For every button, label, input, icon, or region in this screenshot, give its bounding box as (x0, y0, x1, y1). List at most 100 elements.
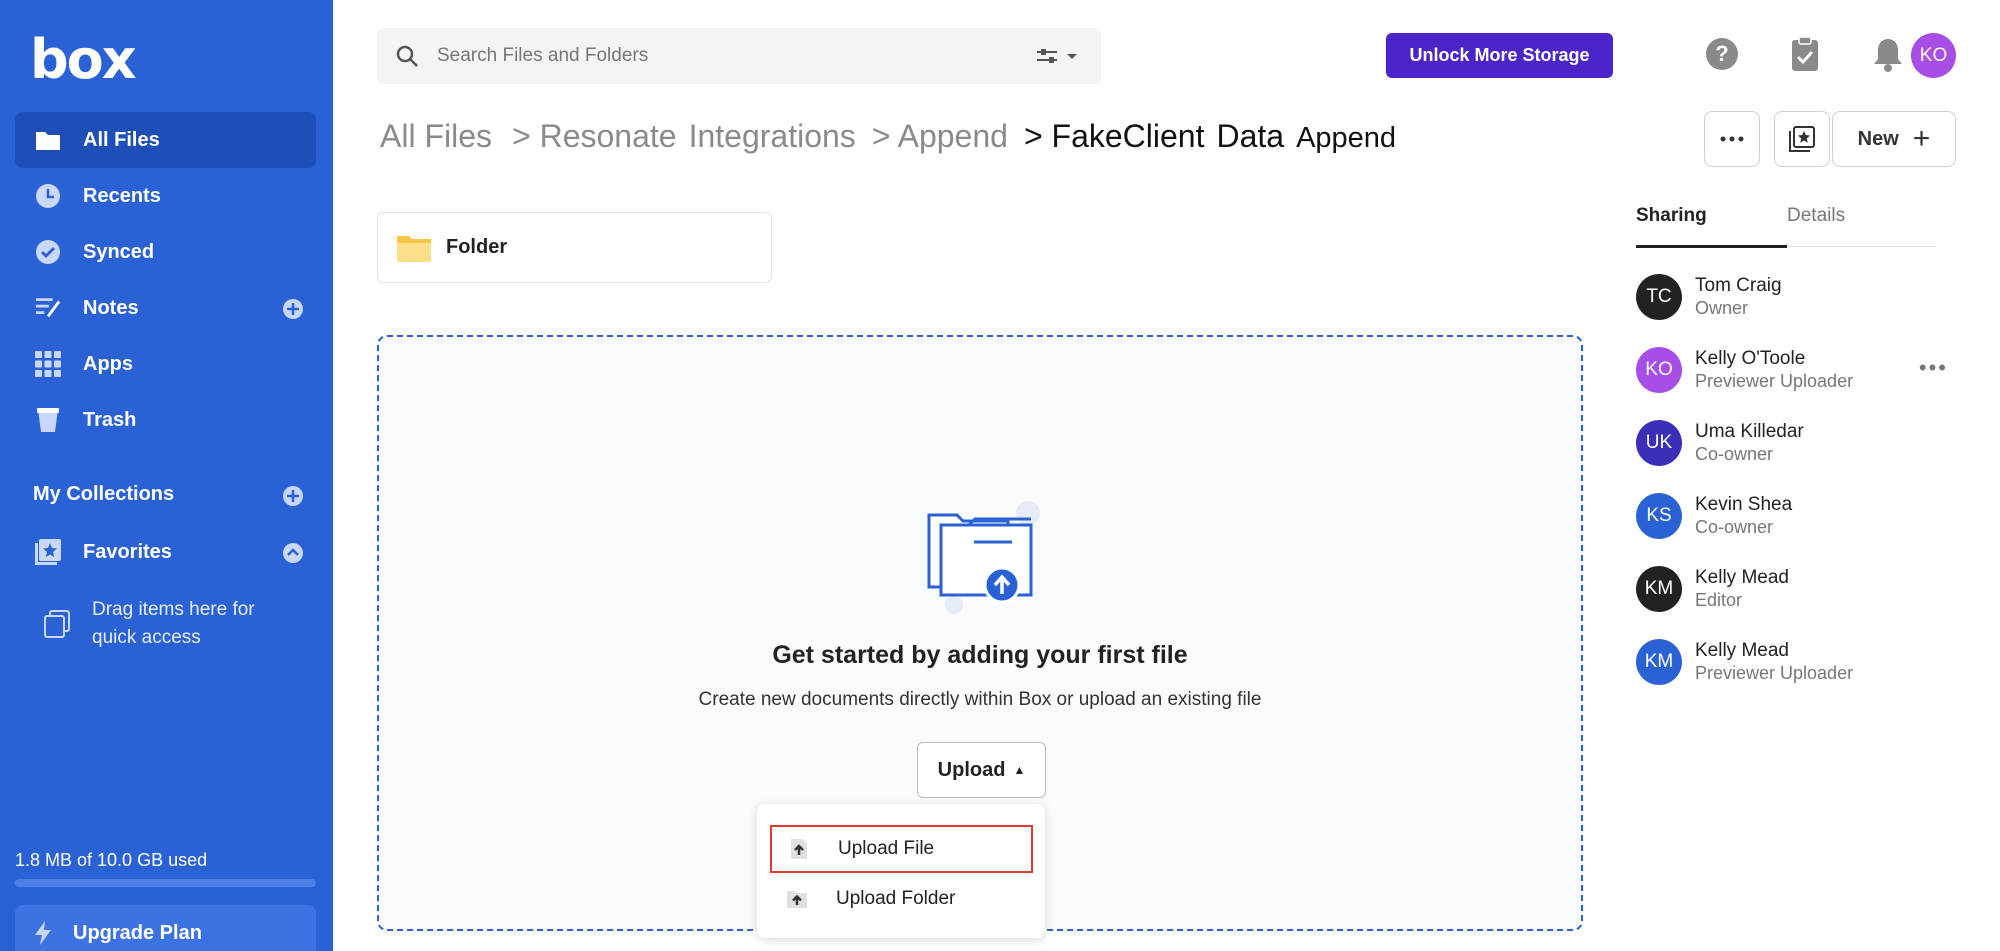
avatar: KS (1636, 493, 1682, 539)
collaborator-row[interactable]: UK Uma Killedar Co-owner (1636, 418, 1956, 468)
notifications-bell-icon[interactable] (1871, 36, 1905, 72)
storage-usage-text: 1.8 MB of 10.0 GB used (15, 850, 208, 870)
sidebar-item-recents[interactable]: Recents (15, 168, 316, 224)
search-icon (396, 45, 418, 67)
active-tab-indicator (1636, 245, 1787, 248)
lightning-icon (35, 921, 51, 945)
svg-text:?: ? (1715, 41, 1728, 66)
new-button[interactable]: New + (1832, 111, 1956, 167)
sidebar-item-label: Recents (83, 184, 161, 207)
collaborator-name: Kelly Mead (1695, 567, 1789, 588)
unlock-storage-button[interactable]: Unlock More Storage (1386, 33, 1613, 78)
avatar: KM (1636, 566, 1682, 612)
upload-folder-icon (787, 891, 807, 908)
help-icon[interactable]: ? (1705, 36, 1739, 72)
sidebar: box All Files Recents Synced Notes Apps (0, 0, 333, 951)
sidebar-item-trash[interactable]: Trash (15, 392, 316, 448)
caret-up-icon: ▲ (1013, 763, 1026, 777)
breadcrumb-integrations[interactable]: Integrations (689, 118, 856, 155)
breadcrumb-append[interactable]: > Append (872, 118, 1008, 155)
sidebar-item-notes[interactable]: Notes (15, 280, 316, 336)
upload-folder-menu-item[interactable]: Upload Folder (770, 875, 1033, 923)
sidebar-item-favorites[interactable]: Favorites (15, 524, 316, 580)
collaborator-name: Kevin Shea (1695, 494, 1793, 515)
drag-hint-text: Drag items here for quick access (92, 599, 255, 648)
search-bar[interactable]: Search Files and Folders (377, 28, 1101, 84)
avatar: TC (1636, 274, 1682, 320)
tasks-icon[interactable] (1788, 36, 1822, 72)
plus-icon: + (1912, 122, 1931, 155)
user-avatar[interactable]: KO (1911, 33, 1956, 78)
sidebar-item-apps[interactable]: Apps (15, 336, 316, 392)
collection-star-icon (1789, 126, 1815, 152)
grid-icon (35, 351, 61, 377)
sidebar-item-label: All Files (83, 128, 160, 151)
tab-details[interactable]: Details (1787, 205, 1845, 227)
upload-menu: Upload File Upload Folder (757, 804, 1045, 938)
breadcrumb-current-append: Append (1296, 122, 1397, 154)
check-circle-icon (35, 239, 61, 265)
sidebar-tabs: Sharing Details (1636, 205, 1936, 248)
collaborator-row[interactable]: KM Kelly Mead Previewer Uploader (1636, 637, 1956, 687)
breadcrumb-current-fakeclient: > FakeClient (1023, 118, 1205, 154)
upload-button[interactable]: Upload ▲ (917, 742, 1046, 798)
collaborator-role: Editor (1695, 590, 1743, 610)
folder-icon (397, 235, 431, 262)
folder-name: Folder (446, 236, 508, 258)
sidebar-item-label: Apps (83, 352, 133, 375)
avatar: KO (1636, 347, 1682, 393)
folder-icon (35, 127, 61, 153)
add-to-collection-button[interactable] (1774, 111, 1830, 167)
collaborator-role: Co-owner (1695, 444, 1774, 464)
trash-icon (35, 407, 61, 433)
storage-progress-bar (15, 879, 316, 887)
collaborator-row[interactable]: TC Tom Craig Owner (1636, 272, 1956, 322)
breadcrumb-all-files[interactable]: All Files (380, 118, 492, 155)
upload-folder-label: Upload Folder (836, 888, 956, 909)
box-logo[interactable]: box (30, 28, 137, 91)
empty-state-subtitle: Create new documents directly within Box… (698, 689, 1262, 710)
upgrade-plan-button[interactable]: Upgrade Plan (15, 905, 316, 951)
add-collection-icon[interactable] (282, 485, 304, 507)
more-horizontal-icon (1720, 136, 1744, 142)
drag-hint: Drag items here for quick access (44, 596, 292, 652)
notes-icon (35, 295, 61, 321)
breadcrumb-current-data: Data (1216, 118, 1285, 154)
sidebar-item-all-files[interactable]: All Files (15, 112, 316, 168)
sidebar-item-label: Trash (83, 408, 137, 431)
sidebar-item-label: Notes (83, 296, 139, 319)
tab-sharing[interactable]: Sharing (1636, 205, 1707, 227)
breadcrumb-resonate[interactable]: > Resonate (512, 118, 677, 155)
collaborator-row[interactable]: KM Kelly Mead Editor (1636, 564, 1956, 614)
clock-icon (35, 183, 61, 209)
upload-button-label: Upload (937, 758, 1006, 781)
avatar: UK (1636, 420, 1682, 466)
star-collection-icon (35, 539, 61, 565)
chevron-up-icon[interactable] (282, 542, 304, 564)
collaborator-row[interactable]: KS Kevin Shea Co-owner (1636, 491, 1956, 541)
collaborator-role: Previewer Uploader (1695, 371, 1854, 391)
breadcrumb: All Files > Resonate Integrations > Appe… (380, 118, 1408, 155)
upload-file-menu-item[interactable]: Upload File (770, 825, 1033, 873)
empty-state-title: Get started by adding your first file (772, 641, 1188, 669)
collaborator-role: Previewer Uploader (1695, 663, 1854, 683)
more-horizontal-icon[interactable]: ••• (1919, 355, 1948, 381)
upgrade-plan-label: Upgrade Plan (73, 921, 202, 944)
search-input[interactable]: Search Files and Folders (437, 45, 1035, 67)
collaborator-role: Co-owner (1695, 517, 1774, 537)
sidebar-item-synced[interactable]: Synced (15, 224, 316, 280)
sidebar-item-label: Synced (83, 240, 155, 263)
avatar: KM (1636, 639, 1682, 685)
new-button-label: New (1857, 127, 1899, 150)
collaborator-row[interactable]: KO Kelly O'Toole Previewer Uploader ••• (1636, 345, 1956, 395)
upload-file-icon (791, 839, 807, 859)
more-options-button[interactable] (1704, 111, 1760, 167)
upload-folder-illustration (927, 501, 1040, 614)
collaborator-name: Tom Craig (1695, 275, 1782, 296)
collaborator-name: Uma Killedar (1695, 421, 1804, 442)
my-collections-label[interactable]: My Collections (33, 483, 174, 506)
collaborator-name: Kelly O'Toole (1695, 348, 1806, 369)
add-note-icon[interactable] (282, 298, 304, 320)
search-filter-icon[interactable] (1035, 46, 1079, 66)
folder-card[interactable]: Folder (377, 212, 772, 283)
